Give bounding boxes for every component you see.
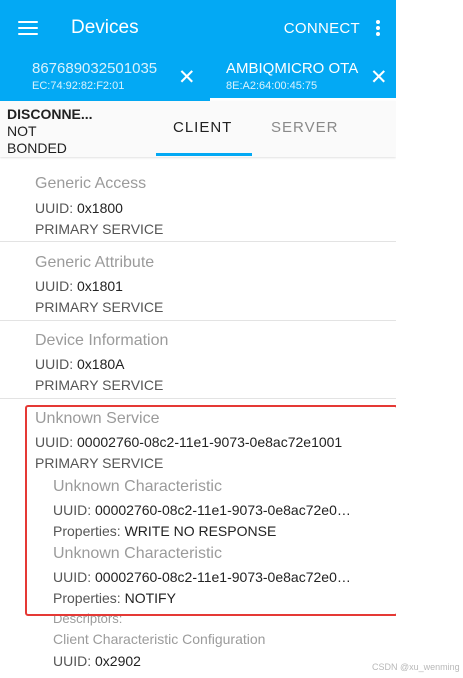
more-vert-icon[interactable] (376, 20, 380, 36)
service-uuid: UUID: 0x1801 (35, 278, 123, 294)
device-tab-2[interactable]: AMBIQMICRO OTA 8E:A2:64:00:45:75 ✕ (210, 56, 396, 101)
service-uuid: UUID: 0x180A (35, 356, 125, 372)
service-type: PRIMARY SERVICE (35, 377, 164, 393)
bond-state-line2: BONDED (7, 140, 67, 156)
device-tab-address: EC:74:92:82:F2:01 (32, 80, 125, 92)
device-tab-name: 867689032501035 (32, 60, 158, 77)
descriptor-name: Client Characteristic Configuration (53, 631, 266, 647)
connection-state: DISCONNE... (7, 106, 93, 122)
service-uuid: UUID: 0x1800 (35, 200, 123, 216)
bond-state-line1: NOT (7, 123, 37, 139)
tab-indicator (156, 153, 252, 156)
service-name: Generic Access (35, 175, 147, 192)
service-name: Generic Attribute (35, 254, 155, 271)
service-item[interactable]: Generic Access UUID: 0x1800 PRIMARY SERV… (0, 157, 396, 242)
device-tab-1[interactable]: 867689032501035 EC:74:92:82:F2:01 ✕ (0, 56, 210, 101)
page-title: Devices (71, 17, 139, 38)
device-tab-address: 8E:A2:64:00:45:75 (226, 80, 318, 92)
service-type: PRIMARY SERVICE (35, 299, 164, 315)
service-item[interactable]: Generic Attribute UUID: 0x1801 PRIMARY S… (0, 242, 396, 321)
nrf-connect-app: Devices CONNECT 867689032501035 EC:74:92… (0, 0, 396, 678)
tab-client[interactable]: CLIENT (173, 119, 232, 136)
tab-server[interactable]: SERVER (271, 119, 338, 136)
service-type: PRIMARY SERVICE (35, 221, 164, 237)
close-icon[interactable]: ✕ (370, 67, 388, 88)
descriptor-uuid: UUID: 0x2902 (53, 653, 141, 669)
app-toolbar: Devices CONNECT (0, 0, 396, 56)
watermark: CSDN @xu_wenming (372, 662, 460, 672)
service-name: Device Information (35, 332, 169, 349)
highlight-box (25, 405, 396, 616)
hamburger-menu-icon[interactable] (18, 21, 38, 35)
device-tab-name: AMBIQMICRO OTA (226, 60, 359, 77)
client-server-tabs: DISCONNE... NOT BONDED CLIENT SERVER (0, 101, 396, 157)
close-icon[interactable]: ✕ (178, 67, 196, 88)
service-item[interactable]: Device Information UUID: 0x180A PRIMARY … (0, 321, 396, 399)
device-tabs: 867689032501035 EC:74:92:82:F2:01 ✕ AMBI… (0, 56, 396, 101)
connection-status: DISCONNE... NOT BONDED (7, 106, 93, 157)
connect-button[interactable]: CONNECT (284, 20, 360, 37)
